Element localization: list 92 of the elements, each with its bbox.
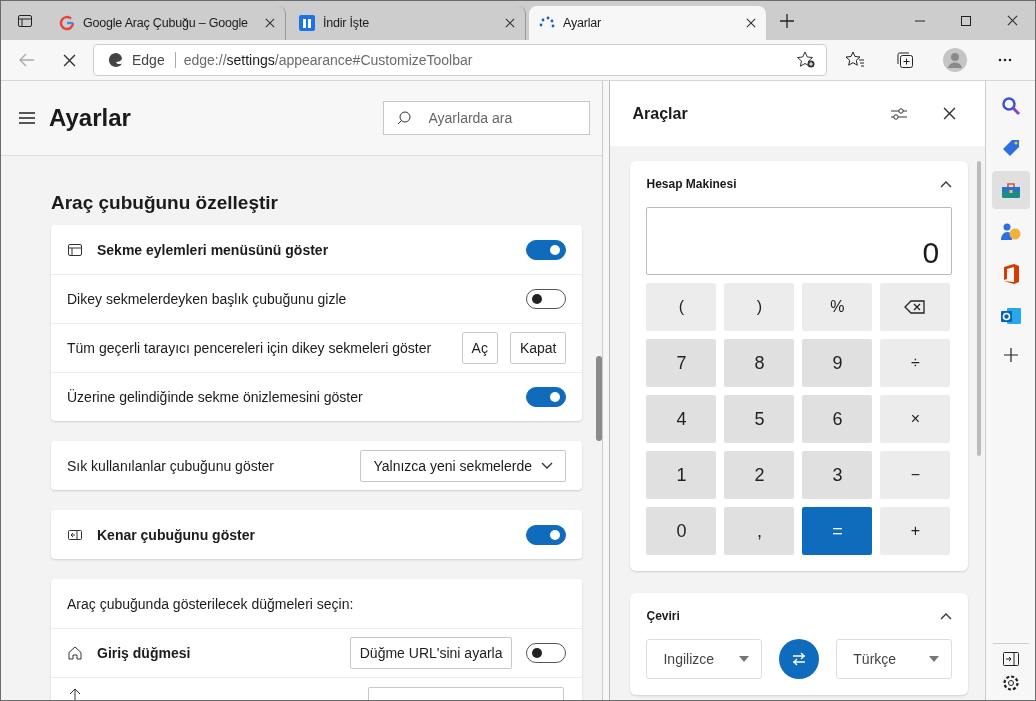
tab-window-icon: [67, 241, 83, 258]
close-icon[interactable]: [746, 18, 756, 28]
minimize-icon[interactable]: [915, 19, 925, 22]
edge-logo-icon: [108, 52, 124, 68]
setting-label: Tüm geçerli tarayıcı pencereleri için dikey sekmeleri göster: [67, 340, 433, 356]
chevron-up-icon[interactable]: [940, 612, 953, 620]
calculator-key[interactable]: 6: [802, 395, 873, 443]
chevron-up-icon[interactable]: [940, 180, 953, 188]
calculator-key[interactable]: [880, 283, 951, 331]
star-add-icon[interactable]: [796, 51, 816, 69]
card-title: Çeviri: [646, 609, 680, 623]
more-icon[interactable]: [998, 58, 1012, 62]
plus-icon[interactable]: [1003, 348, 1018, 362]
site-label: Edge: [132, 52, 176, 68]
calculator-key[interactable]: ÷: [880, 339, 951, 387]
sidebar-app-item[interactable]: [991, 171, 1030, 209]
backspace-icon: [904, 300, 927, 314]
settings-icon[interactable]: [1001, 674, 1020, 692]
favorites-icon[interactable]: [845, 51, 865, 69]
toggle-switch[interactable]: [526, 387, 567, 407]
tab-actions-icon[interactable]: [17, 12, 33, 29]
close-icon[interactable]: [1006, 15, 1018, 26]
calculator-key[interactable]: 2: [724, 451, 795, 499]
setting-label: Giriş düğmesi: [97, 645, 192, 661]
calculator-key[interactable]: 7: [646, 339, 717, 387]
url-text[interactable]: edge://settings/appearance#CustomizeToolbar: [183, 52, 788, 68]
close-icon[interactable]: [265, 18, 275, 28]
toggle-switch[interactable]: [526, 524, 567, 545]
setting-heading: Araç çubuğunda gösterilecek düğmeleri seçin:: [67, 595, 355, 612]
search-field[interactable]: Ayarlarda ara: [383, 101, 591, 135]
row-icon: [67, 687, 83, 700]
swap-arrows-icon: [791, 652, 808, 666]
home-icon: [67, 645, 83, 661]
office-icon: [1001, 263, 1020, 285]
dropdown-select[interactable]: Yalnızca yeni sekmelerde: [360, 449, 567, 482]
stop-loading-icon[interactable]: [62, 53, 76, 67]
setting-label: Dikey sekmelerdeyken başlık çubuğunu gizle: [67, 291, 348, 307]
setting-label: Üzerine gelindiğinde sekme önizlemesini göster: [67, 389, 364, 405]
panel-toggle-icon[interactable]: [1002, 652, 1019, 666]
calculator-display: 0: [646, 207, 953, 275]
sliders-icon[interactable]: [890, 106, 909, 121]
scrollbar-thumb[interactable]: [596, 356, 602, 441]
calculator-key[interactable]: 4: [646, 395, 717, 443]
calculator-key[interactable]: (: [646, 283, 717, 331]
language-select[interactable]: Ingilizce: [646, 639, 763, 679]
caret-icon: [739, 656, 750, 662]
calculator-key[interactable]: 1: [646, 451, 717, 499]
setting-label: Sekme eylemleri menüsünü göster: [97, 241, 330, 258]
caret-icon: [929, 656, 940, 662]
plus-icon[interactable]: [780, 13, 794, 28]
calculator-key[interactable]: =: [802, 507, 873, 555]
page-title: Ayarlar: [49, 104, 132, 132]
toggle-switch[interactable]: [526, 643, 567, 663]
calculator-key[interactable]: +: [880, 507, 951, 555]
outlook-icon: [999, 306, 1022, 326]
swap-button[interactable]: [779, 639, 820, 679]
calculator-key[interactable]: ): [724, 283, 795, 331]
site-favicon-icon: [299, 15, 315, 31]
calculator-key[interactable]: 9: [802, 339, 873, 387]
calculator-key[interactable]: ,: [724, 507, 795, 555]
card-title: Hesap Makinesi: [646, 177, 737, 191]
g-logo-icon: [59, 15, 75, 31]
collections-icon[interactable]: [896, 51, 914, 69]
scrollbar-thumb[interactable]: [977, 161, 982, 456]
maximize-icon[interactable]: [961, 15, 971, 26]
toggle-switch[interactable]: [526, 289, 567, 309]
calculator-key[interactable]: −: [880, 451, 951, 499]
calculator-key[interactable]: ×: [880, 395, 951, 443]
setting-button[interactable]: Aç: [461, 332, 498, 364]
panel-title: Araçlar: [632, 104, 689, 123]
section-title: Araç çubuğunu özelleştir: [51, 192, 279, 214]
browser-tab[interactable]: Ayarlar: [529, 6, 766, 40]
search-icon: [397, 111, 412, 125]
close-icon[interactable]: [505, 18, 515, 28]
people-game-icon: [999, 222, 1022, 242]
calculator-key[interactable]: 5: [724, 395, 795, 443]
search-icon: [1000, 96, 1021, 116]
setting-button[interactable]: Düğme URL'sini ayarla: [349, 637, 513, 669]
chevron-down-icon: [541, 461, 554, 470]
calculator-key[interactable]: 8: [724, 339, 795, 387]
close-icon[interactable]: [942, 107, 956, 120]
toggle-switch[interactable]: [526, 239, 567, 260]
setting-label: Sık kullanılanlar çubuğunu göster: [67, 457, 276, 474]
calculator-key[interactable]: 0: [646, 507, 717, 555]
calculator-key[interactable]: 3: [802, 451, 873, 499]
setting-label: Kenar çubuğunu göster: [97, 526, 256, 543]
setting-button[interactable]: Kapat: [509, 332, 567, 364]
toolbox-icon: [1000, 181, 1021, 199]
menu-icon[interactable]: [19, 112, 35, 124]
language-select[interactable]: Türkçe: [836, 639, 953, 679]
calculator-key[interactable]: %: [802, 283, 873, 331]
profile-avatar-icon[interactable]: [943, 48, 967, 72]
